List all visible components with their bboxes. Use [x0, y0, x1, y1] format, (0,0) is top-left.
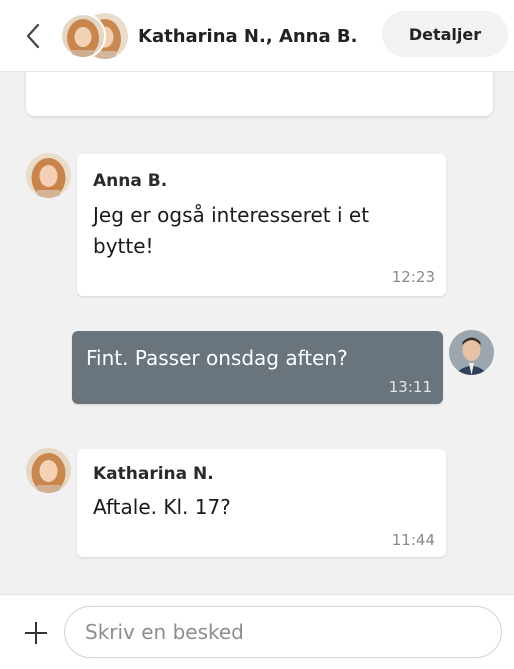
avatar-katharina [26, 448, 71, 493]
avatar-anna [26, 153, 71, 198]
details-button[interactable]: Detaljer [382, 11, 508, 57]
message-text: Jeg er også interesseret i et bytte! [93, 203, 370, 258]
back-button[interactable] [18, 20, 48, 52]
message-sender: Anna B. [93, 171, 168, 191]
message-bubble: Katharina N. Aftale. Kl. 17? 11:44 [77, 449, 446, 557]
message-text: Fint. Passer onsdag aften? [86, 346, 348, 370]
plus-icon [25, 622, 47, 644]
add-attachment-button[interactable] [22, 619, 50, 647]
message-composer [0, 594, 514, 669]
avatar-self [449, 330, 494, 375]
message-time: 11:44 [391, 531, 435, 549]
group-avatar[interactable] [60, 13, 128, 59]
message-time: 13:11 [388, 378, 432, 396]
message-input[interactable] [64, 606, 502, 658]
avatar-katharina [60, 13, 106, 59]
own-message-bubble: Fint. Passer onsdag aften? 13:11 [72, 331, 443, 404]
chevron-left-icon [26, 23, 40, 49]
chat-header: Katharina N., Anna B. Detaljer [0, 0, 514, 72]
message-sender: Katharina N. [93, 464, 214, 484]
message-time: 12:23 [391, 268, 435, 286]
message-text: Aftale. Kl. 17? [93, 495, 231, 519]
chat-title: Katharina N., Anna B. [138, 26, 358, 47]
message-bubble: Anna B. Jeg er også interesseret i et by… [77, 154, 446, 296]
